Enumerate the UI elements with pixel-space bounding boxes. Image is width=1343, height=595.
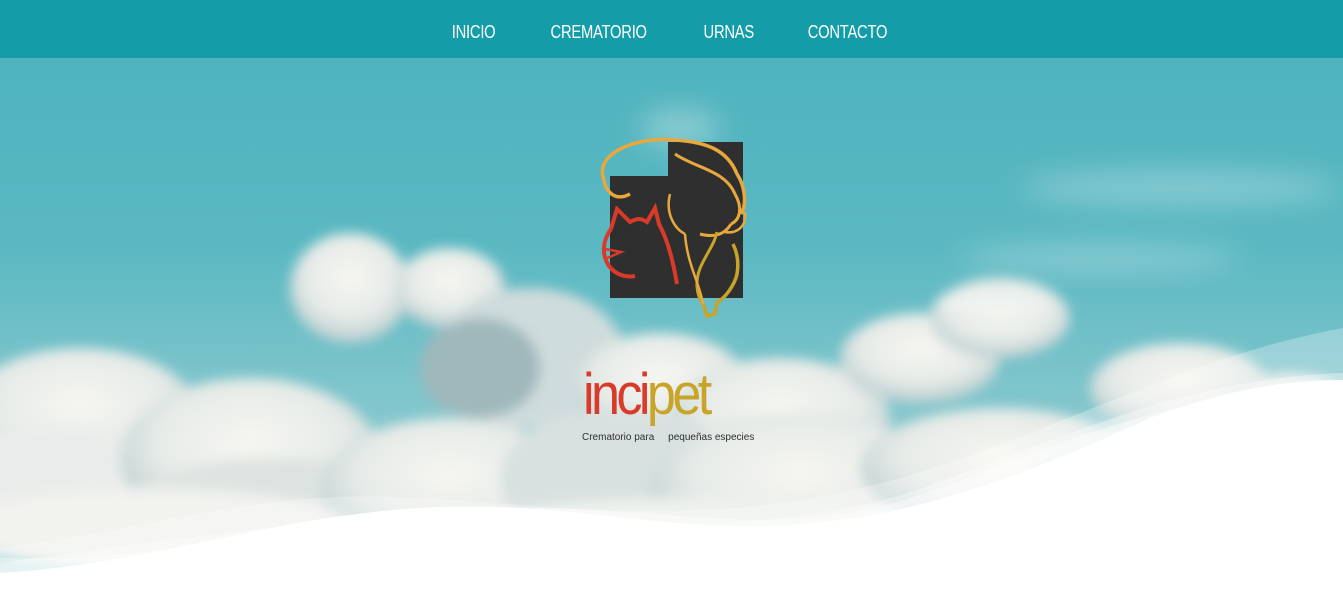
nav-link-inicio[interactable]: INICIO (452, 22, 496, 43)
nav-link-contacto[interactable]: CONTACTO (808, 22, 888, 43)
nav-link-crematorio[interactable]: CREMATORIO (551, 22, 647, 43)
nav-menu: INICIO CREMATORIO URNAS CONTACTO (447, 16, 896, 43)
nav-item-urnas: URNAS (698, 22, 760, 43)
nav-item-contacto: CONTACTO (799, 22, 896, 43)
logo-wordmark-inci: inci (583, 362, 651, 427)
logo-wordmark-pet: pet (646, 362, 712, 427)
logo-tagline: Crematorio para pequeñas especies (582, 432, 755, 443)
hero-banner: incipet Crematorio para pequeñas especie… (0, 58, 1343, 595)
nav-link-urnas[interactable]: URNAS (703, 22, 754, 43)
pet-silhouette-logo-icon (600, 137, 747, 319)
nav-item-crematorio: CREMATORIO (540, 22, 657, 43)
incipet-logo: incipet Crematorio para pequeñas especie… (575, 134, 790, 443)
top-navbar: INICIO CREMATORIO URNAS CONTACTO (0, 0, 1343, 58)
logo-wordmark: incipet (583, 366, 712, 424)
nav-item-inicio: INICIO (447, 22, 500, 43)
